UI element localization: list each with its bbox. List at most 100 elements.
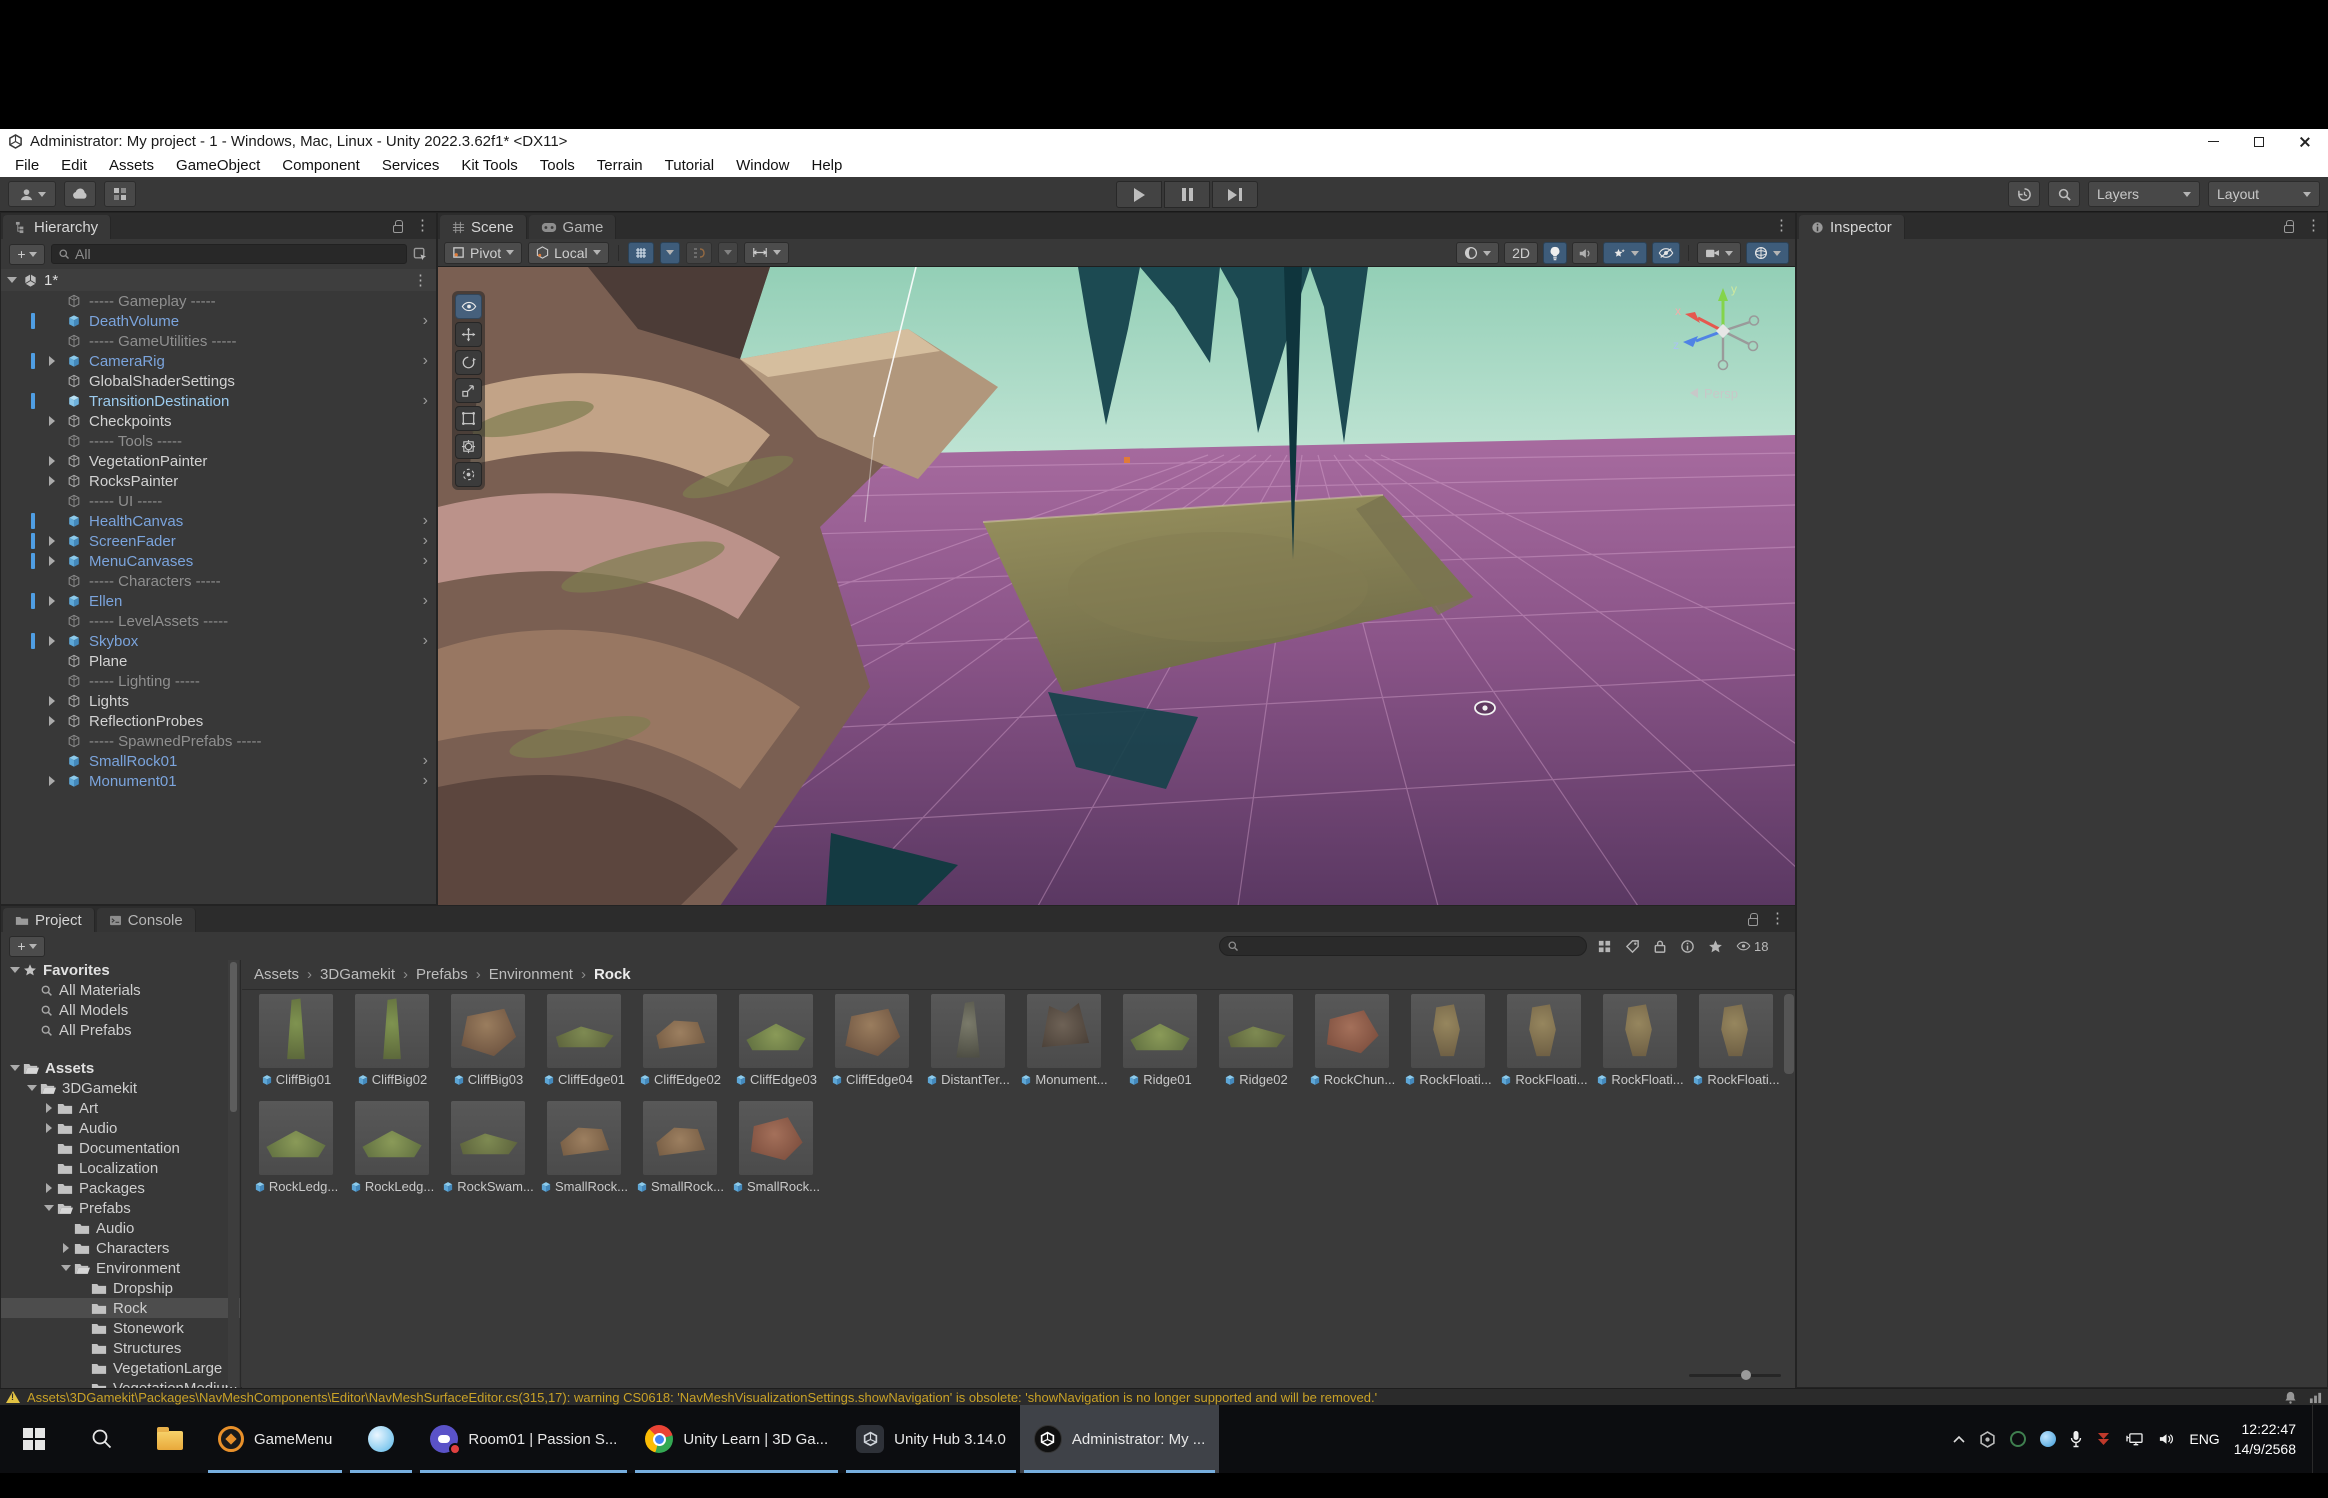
folder-all-prefabs[interactable]: All Prefabs — [1, 1020, 240, 1040]
hierarchy-item-characters[interactable]: ----- Characters ----- — [1, 571, 436, 591]
expand-arrow-icon[interactable] — [49, 696, 55, 706]
hierarchy-item-gameplay[interactable]: ----- Gameplay ----- — [1, 291, 436, 311]
menu-window[interactable]: Window — [725, 154, 800, 177]
hierarchy-item-checkpoints[interactable]: Checkpoints — [1, 411, 436, 431]
asset-cliffbig02[interactable]: CliffBig02 — [344, 994, 440, 1087]
asset-smallrock[interactable]: SmallRock... — [632, 1101, 728, 1194]
hierarchy-item-lighting[interactable]: ----- Lighting ----- — [1, 671, 436, 691]
breadcrumb-environment[interactable]: Environment — [489, 966, 573, 983]
expand-arrow-icon[interactable] — [49, 776, 55, 786]
tab-console[interactable]: Console — [97, 908, 196, 932]
asset-rockswam[interactable]: RockSwam... — [440, 1101, 536, 1194]
volume-tray-icon[interactable] — [2158, 1432, 2175, 1446]
cloud-button[interactable] — [64, 181, 96, 207]
local-dropdown[interactable]: Local — [528, 242, 608, 264]
asset-cliffedge03[interactable]: CliffEdge03 — [728, 994, 824, 1087]
rotate-tool-button[interactable] — [455, 350, 482, 375]
expand-arrow-icon[interactable] — [49, 536, 55, 546]
hierarchy-item-tools[interactable]: ----- Tools ----- — [1, 431, 436, 451]
taskbar-app-unity[interactable]: Administrator: My ... — [1020, 1405, 1219, 1473]
search-by-label-icon[interactable] — [1625, 939, 1640, 954]
tree-scrollbar[interactable] — [228, 960, 239, 1387]
activity-progress-icon[interactable] — [2309, 1391, 2322, 1404]
tree-arrow-icon[interactable] — [60, 1265, 72, 1271]
folder-assets[interactable]: Assets — [1, 1058, 240, 1078]
play-button[interactable] — [1116, 181, 1162, 208]
asset-ridge01[interactable]: Ridge01 — [1112, 994, 1208, 1087]
hierarchy-item-globalshadersettings[interactable]: GlobalShaderSettings — [1, 371, 436, 391]
show-desktop-edge[interactable] — [2312, 1405, 2318, 1473]
asset-rockfloati[interactable]: RockFloati... — [1400, 994, 1496, 1087]
open-prefab-arrow[interactable]: › — [423, 772, 428, 790]
scene-viewport[interactable]: y x z Persp — [438, 267, 1795, 906]
search-button[interactable] — [2048, 181, 2080, 207]
maximize-button[interactable] — [2236, 129, 2282, 154]
project-search-input[interactable] — [1219, 936, 1587, 956]
folder-localization[interactable]: Localization — [1, 1158, 240, 1178]
lock-icon[interactable] — [2284, 225, 2294, 233]
hierarchy-item-camerarig[interactable]: CameraRig› — [1, 351, 436, 371]
kebab-menu-icon[interactable] — [1770, 911, 1785, 926]
tab-game[interactable]: Game — [529, 215, 617, 239]
2d-toggle-button[interactable]: 2D — [1504, 242, 1538, 264]
asset-cliffedge01[interactable]: CliffEdge01 — [536, 994, 632, 1087]
hierarchy-item-reflectionprobes[interactable]: ReflectionProbes — [1, 711, 436, 731]
menu-tools[interactable]: Tools — [529, 154, 586, 177]
taskbar-app-hub[interactable]: Unity Hub 3.14.0 — [842, 1405, 1020, 1473]
hierarchy-item-rockspainter[interactable]: RocksPainter — [1, 471, 436, 491]
slider-knob[interactable] — [1741, 1370, 1751, 1380]
close-button[interactable] — [2282, 129, 2328, 154]
tab-project[interactable]: Project — [3, 908, 95, 932]
hierarchy-add-button[interactable]: + — [9, 244, 45, 265]
folder-favorites[interactable]: Favorites — [1, 960, 240, 980]
taskbar-app-gamemenu[interactable]: GameMenu — [204, 1405, 346, 1473]
hierarchy-item-monument01[interactable]: Monument01› — [1, 771, 436, 791]
hierarchy-item-levelassets[interactable]: ----- LevelAssets ----- — [1, 611, 436, 631]
hierarchy-item-gameutilities[interactable]: ----- GameUtilities ----- — [1, 331, 436, 351]
folder-3dgamekit[interactable]: 3DGamekit — [1, 1078, 240, 1098]
taskbar-app-app2[interactable] — [346, 1405, 416, 1473]
menu-gameobject[interactable]: GameObject — [165, 154, 271, 177]
tree-arrow-icon[interactable] — [26, 1085, 38, 1091]
measure-tool-dropdown[interactable] — [744, 242, 789, 264]
expand-arrow-icon[interactable] — [49, 456, 55, 466]
undo-history-button[interactable] — [2008, 181, 2040, 207]
pivot-dropdown[interactable]: Pivot — [444, 242, 522, 264]
scene-root-row[interactable]: 1* — [1, 269, 436, 291]
unity-hub-tray-icon[interactable] — [1979, 1431, 1996, 1448]
menu-component[interactable]: Component — [271, 154, 371, 177]
open-prefab-arrow[interactable]: › — [423, 312, 428, 330]
asset-ridge02[interactable]: Ridge02 — [1208, 994, 1304, 1087]
hierarchy-item-ellen[interactable]: Ellen› — [1, 591, 436, 611]
status-bar[interactable]: Assets\3DGamekit\Packages\NavMeshCompone… — [0, 1388, 2328, 1405]
asset-smallrock[interactable]: SmallRock... — [728, 1101, 824, 1194]
taskbar-search-button[interactable] — [68, 1405, 136, 1473]
gizmos-dropdown[interactable] — [1746, 242, 1789, 264]
favorite-star-icon[interactable] — [1708, 939, 1723, 954]
open-prefab-arrow[interactable]: › — [423, 512, 428, 530]
collapse-icon[interactable] — [7, 277, 17, 283]
folder-stonework[interactable]: Stonework — [1, 1318, 240, 1338]
hierarchy-item-spawnedprefabs[interactable]: ----- SpawnedPrefabs ----- — [1, 731, 436, 751]
hierarchy-item-screenfader[interactable]: ScreenFader› — [1, 531, 436, 551]
start-button[interactable] — [0, 1405, 68, 1473]
saved-search-lock-icon[interactable] — [1653, 939, 1667, 954]
info-icon[interactable] — [1680, 939, 1695, 954]
tab-inspector[interactable]: Inspector — [1799, 215, 1905, 239]
clock[interactable]: 12:22:47 14/9/2568 — [2234, 1419, 2296, 1460]
tree-arrow-icon[interactable] — [9, 1065, 21, 1071]
taskbar-app-chrome[interactable]: Unity Learn | 3D Ga... — [631, 1405, 842, 1473]
menu-edit[interactable]: Edit — [50, 154, 98, 177]
menu-terrain[interactable]: Terrain — [586, 154, 654, 177]
tree-arrow-icon[interactable] — [43, 1183, 55, 1193]
picker-icon[interactable] — [413, 247, 428, 262]
open-prefab-arrow[interactable]: › — [423, 632, 428, 650]
hierarchy-item-plane[interactable]: Plane — [1, 651, 436, 671]
open-prefab-arrow[interactable]: › — [423, 532, 428, 550]
folder-all-materials[interactable]: All Materials — [1, 980, 240, 1000]
asset-rockfloati[interactable]: RockFloati... — [1688, 994, 1784, 1087]
folder-rock[interactable]: Rock — [1, 1298, 240, 1318]
move-tool-button[interactable] — [455, 322, 482, 347]
asset-rockledg[interactable]: RockLedg... — [344, 1101, 440, 1194]
menu-assets[interactable]: Assets — [98, 154, 165, 177]
